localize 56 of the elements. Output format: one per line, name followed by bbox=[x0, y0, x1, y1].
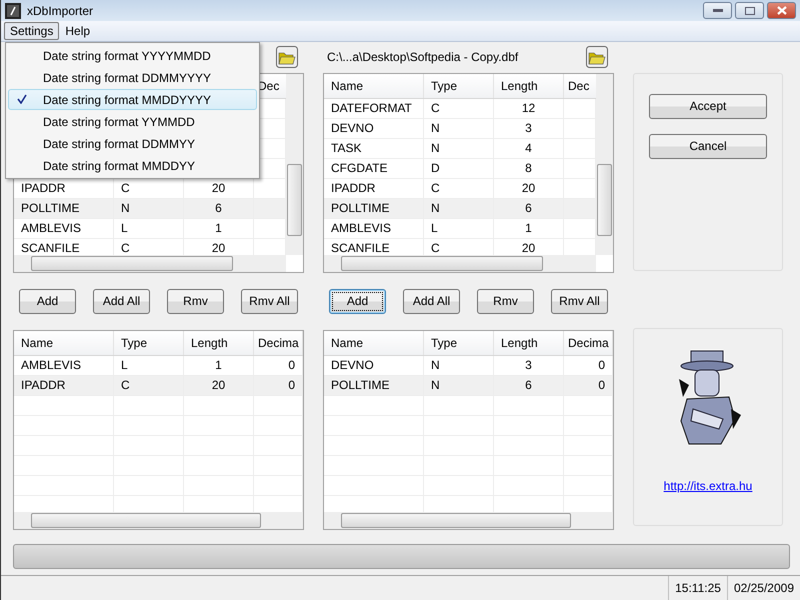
table-cell: POLLTIME bbox=[331, 201, 390, 216]
table-cell: 0 bbox=[598, 378, 605, 392]
table-cell: IPADDR bbox=[21, 378, 66, 392]
table-cell: POLLTIME bbox=[331, 378, 390, 392]
table-cell: IPADDR bbox=[21, 181, 66, 196]
table-cell: N bbox=[431, 121, 440, 136]
table-cell: N bbox=[121, 201, 130, 216]
table-cell: 0 bbox=[288, 358, 295, 372]
table-cell: CFGDATE bbox=[331, 161, 388, 176]
table-cell: 20 bbox=[212, 378, 226, 392]
table-cell: DEVNO bbox=[331, 121, 374, 136]
table-cell: C bbox=[121, 378, 130, 392]
table-cell: 6 bbox=[215, 201, 222, 216]
status-date: 02/25/2009 bbox=[734, 580, 794, 595]
status-time: 15:11:25 bbox=[675, 580, 721, 595]
table-cell: DEVNO bbox=[331, 358, 374, 372]
file-path: C:\...a\Desktop\Softpedia - Copy.dbf bbox=[327, 50, 518, 64]
table-cell: D bbox=[431, 161, 440, 176]
table-cell: TASK bbox=[331, 141, 362, 156]
table-cell: L bbox=[121, 221, 128, 236]
table-cell: 20 bbox=[522, 181, 536, 196]
table-cell: SCANFILE bbox=[21, 241, 80, 256]
table-cell: 6 bbox=[525, 201, 532, 216]
table-cell: SCANFILE bbox=[331, 241, 390, 256]
table-cell: L bbox=[431, 221, 438, 236]
table-cell: 20 bbox=[522, 241, 536, 256]
table-cell: N bbox=[431, 358, 440, 372]
table-cell: C bbox=[121, 181, 130, 196]
table-cell: DATEFORMAT bbox=[331, 101, 412, 116]
table-cell: AMBLEVIS bbox=[21, 221, 82, 236]
table-cell: 0 bbox=[288, 378, 295, 392]
table-cell: 12 bbox=[522, 101, 536, 116]
table-cell: 20 bbox=[212, 181, 226, 196]
table-cell: N bbox=[431, 141, 440, 156]
window-title: xDbImporter bbox=[27, 4, 94, 18]
table-cell: 0 bbox=[598, 358, 605, 372]
table-cell: C bbox=[121, 241, 130, 256]
table-cell: POLLTIME bbox=[21, 201, 80, 216]
table-cell: C bbox=[431, 101, 440, 116]
table-cell: N bbox=[431, 378, 440, 392]
table-cell: 1 bbox=[215, 221, 222, 236]
table-cell: 1 bbox=[525, 221, 532, 236]
table-cell: 20 bbox=[212, 241, 226, 256]
table-cell: IPADDR bbox=[331, 181, 376, 196]
table-cell: 3 bbox=[525, 358, 532, 372]
table-cell: C bbox=[431, 181, 440, 196]
table-cell: C bbox=[431, 241, 440, 256]
table-cell: 3 bbox=[525, 121, 532, 136]
table-cell: N bbox=[431, 201, 440, 216]
table-cell: 6 bbox=[525, 378, 532, 392]
table-cell: AMBLEVIS bbox=[21, 358, 82, 372]
table-cell: 8 bbox=[525, 161, 532, 176]
table-cell: 4 bbox=[525, 141, 532, 156]
table-cell: L bbox=[121, 358, 128, 372]
table-cell: 1 bbox=[215, 358, 222, 372]
table-cell: AMBLEVIS bbox=[331, 221, 392, 236]
